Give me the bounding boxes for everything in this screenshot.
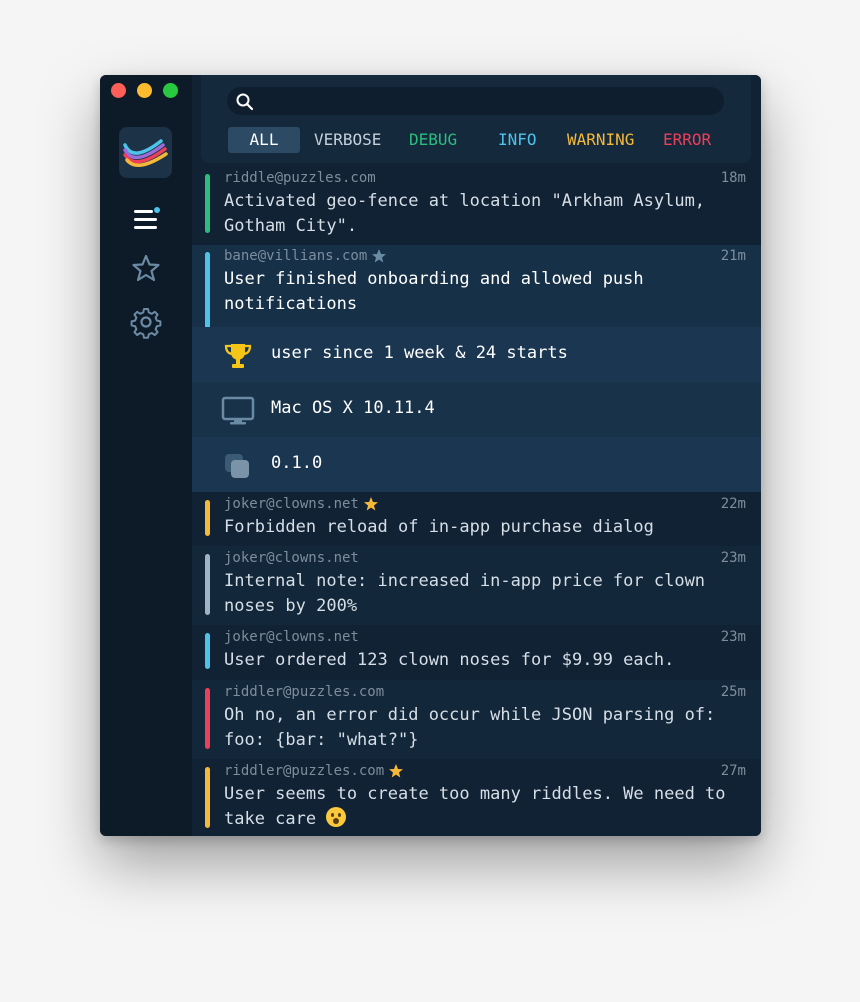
search-icon bbox=[236, 93, 254, 111]
entry-message: Activated geo-fence at location "Arkham … bbox=[224, 191, 706, 236]
log-entry[interactable]: joker@clowns.net 23m Internal note: incr… bbox=[192, 546, 761, 625]
log-list: riddle@puzzles.com 18m Activated geo-fen… bbox=[192, 167, 761, 834]
entry-user: joker@clowns.net bbox=[224, 629, 359, 645]
entry-user: riddler@puzzles.com bbox=[224, 763, 404, 779]
level-indicator-info bbox=[205, 633, 210, 669]
detail-row-usage: user since 1 week & 24 starts bbox=[192, 327, 761, 382]
detail-row-version: 0.1.0 bbox=[192, 437, 761, 492]
main-panel: ALL VERBOSE DEBUG INFO WARNING ERROR rid… bbox=[192, 75, 761, 836]
close-window-button[interactable] bbox=[111, 83, 126, 98]
entry-user-email: bane@villians.com bbox=[224, 248, 368, 264]
entry-user-email: riddler@puzzles.com bbox=[224, 684, 385, 700]
filter-all[interactable]: ALL bbox=[228, 127, 300, 153]
entry-message-text: User seems to create too many riddles. W… bbox=[224, 784, 726, 829]
star-outline-icon bbox=[132, 254, 160, 282]
log-entry[interactable]: joker@clowns.net 23m User ordered 123 cl… bbox=[192, 625, 761, 680]
surprised-face-icon bbox=[326, 807, 347, 827]
trophy-icon bbox=[224, 344, 252, 368]
entry-message: Oh no, an error did occur while JSON par… bbox=[224, 705, 716, 750]
nav-favorites[interactable] bbox=[128, 251, 164, 287]
log-entry[interactable]: riddler@puzzles.com 25m Oh no, an error … bbox=[192, 680, 761, 759]
entry-user-email: joker@clowns.net bbox=[224, 550, 359, 566]
entry-user-email: riddler@puzzles.com bbox=[224, 763, 385, 779]
rainbow-logo-icon bbox=[123, 139, 168, 167]
entry-user-email: riddle@puzzles.com bbox=[224, 170, 376, 186]
nav-log-list[interactable] bbox=[128, 201, 164, 237]
level-indicator-warning bbox=[205, 767, 210, 828]
entry-time: 22m bbox=[720, 496, 746, 512]
detail-row-os: Mac OS X 10.11.4 bbox=[192, 382, 761, 437]
log-entry[interactable]: riddle@puzzles.com 18m Activated geo-fen… bbox=[192, 167, 761, 245]
log-entry[interactable]: riddler@puzzles.com 27m User seems to cr… bbox=[192, 759, 761, 834]
version-icon bbox=[225, 454, 249, 478]
entry-user-email: joker@clowns.net bbox=[224, 496, 359, 512]
log-entry-selected[interactable]: bane@villians.com 21m User finished onbo… bbox=[192, 245, 761, 492]
entry-message: User ordered 123 clown noses for $9.99 e… bbox=[224, 650, 675, 670]
entry-time: 23m bbox=[720, 629, 746, 645]
detail-text: user since 1 week & 24 starts bbox=[271, 343, 568, 363]
entry-message: Internal note: increased in-app price fo… bbox=[224, 571, 706, 616]
log-entry[interactable]: joker@clowns.net 22m Forbidden reload of… bbox=[192, 492, 761, 546]
filter-header: ALL VERBOSE DEBUG INFO WARNING ERROR bbox=[201, 75, 751, 163]
star-icon bbox=[372, 249, 387, 263]
sidebar bbox=[100, 75, 192, 836]
filter-info[interactable]: INFO bbox=[498, 127, 537, 153]
minimize-window-button[interactable] bbox=[137, 83, 152, 98]
entry-user-email: joker@clowns.net bbox=[224, 629, 359, 645]
entry-time: 21m bbox=[720, 248, 746, 264]
filter-warning[interactable]: WARNING bbox=[567, 127, 634, 153]
entry-message: User seems to create too many riddles. W… bbox=[224, 782, 744, 832]
entry-message: User finished onboarding and allowed pus… bbox=[224, 269, 644, 314]
star-icon bbox=[389, 764, 404, 778]
entry-user: joker@clowns.net bbox=[224, 550, 359, 566]
search-input[interactable] bbox=[261, 90, 711, 112]
level-indicator-debug bbox=[205, 174, 210, 233]
detail-text: Mac OS X 10.11.4 bbox=[271, 398, 435, 418]
entry-user: bane@villians.com bbox=[224, 248, 387, 264]
detail-text: 0.1.0 bbox=[271, 453, 323, 473]
entry-message: Forbidden reload of in-app purchase dial… bbox=[224, 517, 654, 537]
level-indicator-warning bbox=[205, 500, 210, 536]
entry-time: 25m bbox=[720, 684, 746, 700]
filter-verbose[interactable]: VERBOSE bbox=[314, 127, 381, 153]
filter-debug[interactable]: DEBUG bbox=[409, 127, 457, 153]
app-window: ALL VERBOSE DEBUG INFO WARNING ERROR rid… bbox=[100, 75, 761, 836]
entry-time: 27m bbox=[720, 763, 746, 779]
entry-user: riddler@puzzles.com bbox=[224, 684, 384, 700]
entry-user: riddle@puzzles.com bbox=[224, 170, 376, 186]
filter-error[interactable]: ERROR bbox=[663, 127, 711, 153]
entry-user: joker@clowns.net bbox=[224, 496, 379, 512]
level-indicator-verbose bbox=[205, 554, 210, 615]
level-indicator-error bbox=[205, 688, 210, 749]
entry-time: 18m bbox=[720, 170, 746, 186]
nav-settings[interactable] bbox=[128, 304, 164, 340]
entry-time: 23m bbox=[720, 550, 746, 566]
search-field[interactable] bbox=[227, 87, 724, 115]
zoom-window-button[interactable] bbox=[163, 83, 178, 98]
monitor-icon bbox=[221, 396, 255, 425]
app-logo[interactable] bbox=[119, 127, 172, 178]
gear-icon bbox=[130, 308, 162, 339]
window-controls bbox=[111, 83, 178, 98]
star-icon bbox=[363, 497, 378, 511]
list-icon bbox=[134, 207, 160, 229]
log-level-filters: ALL VERBOSE DEBUG INFO WARNING ERROR bbox=[228, 127, 728, 153]
